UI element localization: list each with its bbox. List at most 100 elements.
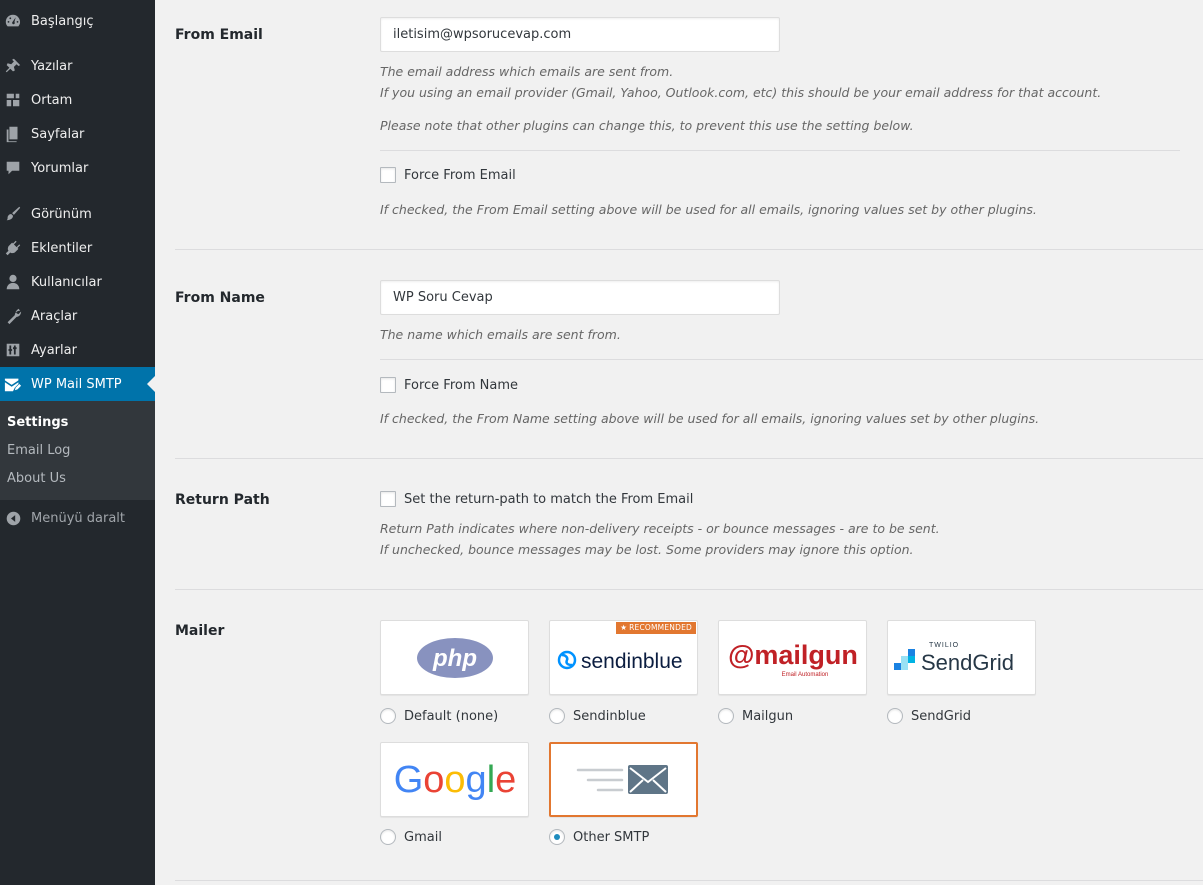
sidebar-item-media[interactable]: Ortam [0,83,155,117]
radio-button[interactable] [380,829,396,845]
radio-button[interactable] [549,708,565,724]
submenu-item-about-us[interactable]: About Us [7,471,66,486]
radio-label: SendGrid [911,708,972,724]
radio-label: Default (none) [404,708,499,724]
divider [175,249,1203,250]
mailer-tile-sendgrid[interactable]: TWILIO SendGrid [887,620,1036,695]
sidebar-item-label: Görünüm [31,206,92,222]
sidebar-item-label: Eklentiler [31,240,93,256]
sidebar-item-appearance[interactable]: Görünüm [0,197,155,231]
sidebar-item-label: Yazılar [31,58,73,74]
from-name-description: The name which emails are sent from. [380,327,621,342]
mailgun-logo-icon: @mailgun Email Automation [728,640,858,678]
sidebar-item-plugins[interactable]: Eklentiler [0,231,155,265]
force-from-name-checkbox[interactable]: Force From Name [380,377,518,393]
checkbox-label: Force From Name [404,377,518,393]
radio-button[interactable] [887,708,903,724]
radio-label: Sendinblue [573,708,646,724]
sendinblue-logo-icon: sendinblue [557,650,683,673]
mailer-option-sendinblue[interactable]: Sendinblue [549,708,646,724]
svg-text:sendinblue: sendinblue [581,650,683,673]
divider [380,359,1203,360]
media-icon [3,90,23,110]
sidebar-item-tools[interactable]: Araçlar [0,299,155,333]
radio-button[interactable] [549,829,565,845]
from-email-input[interactable] [380,17,780,52]
force-from-email-checkbox[interactable]: Force From Email [380,167,516,183]
mailer-option-other-smtp[interactable]: Other SMTP [549,829,649,845]
sidebar-item-label: Başlangıç [31,13,94,29]
svg-text:Email Automation: Email Automation [781,672,828,678]
collapse-label: Menüyü daralt [31,510,125,526]
mailer-label: Mailer [175,623,225,639]
mail-icon [3,374,23,394]
mailer-option-default[interactable]: Default (none) [380,708,498,724]
checkbox[interactable] [380,491,396,507]
return-path-description: Return Path indicates where non-delivery… [380,521,940,557]
svg-text:Google: Google [393,759,516,801]
sidebar-item-label: Araçlar [31,308,78,324]
checkbox[interactable] [380,377,396,393]
radio-label: Other SMTP [573,829,650,845]
svg-text:SendGrid: SendGrid [921,650,1014,675]
from-email-label: From Email [175,27,263,43]
settings-icon [3,340,23,360]
php-logo-icon: php [416,637,493,678]
sidebar-item-wp-mail-smtp[interactable]: WP Mail SMTP [0,367,155,401]
sidebar-item-label: Kullanıcılar [31,274,102,290]
mailer-option-gmail[interactable]: Gmail [380,829,442,845]
divider [380,150,1180,151]
from-email-description: The email address which emails are sent … [380,64,1102,100]
svg-text:TWILIO: TWILIO [929,642,959,649]
radio-button[interactable] [380,708,396,724]
submenu-item-email-log[interactable]: Email Log [7,443,70,458]
admin-sidebar: Başlangıç Yazılar Ortam Sayfalar Yorumla… [0,0,155,885]
divider [175,458,1203,459]
from-name-input[interactable] [380,280,780,315]
svg-text:php: php [432,645,477,672]
recommended-badge: ★ RECOMMENDED [616,622,696,634]
comments-icon [3,158,23,178]
force-from-email-description: If checked, the From Email setting above… [380,202,1037,217]
brush-icon [3,204,23,224]
mailer-tile-gmail[interactable]: Google [380,742,529,817]
radio-label: Mailgun [742,708,794,724]
submenu-item-settings[interactable]: Settings [7,415,68,430]
envelope-speed-icon [576,764,668,794]
collapse-menu-button[interactable]: Menüyü daralt [0,506,125,530]
return-path-label: Return Path [175,492,270,508]
mailer-option-mailgun[interactable]: Mailgun [718,708,793,724]
divider [175,880,1203,881]
sidebar-item-label: Yorumlar [31,160,89,176]
mailer-tile-php[interactable]: php [380,620,529,695]
radio-button[interactable] [718,708,734,724]
return-path-checkbox[interactable]: Set the return-path to match the From Em… [380,491,693,507]
sidebar-item-settings[interactable]: Ayarlar [0,333,155,367]
from-name-label: From Name [175,290,265,306]
sidebar-item-pages[interactable]: Sayfalar [0,117,155,151]
sidebar-item-comments[interactable]: Yorumlar [0,151,155,185]
sidebar-item-users[interactable]: Kullanıcılar [0,265,155,299]
checkbox[interactable] [380,167,396,183]
mailer-tile-sendinblue[interactable]: ★ RECOMMENDED sendinblue [549,620,698,695]
pin-icon [3,56,23,76]
mailer-tile-mailgun[interactable]: @mailgun Email Automation [718,620,867,695]
dashboard-icon [3,11,23,31]
sidebar-item-dashboard[interactable]: Başlangıç [0,4,155,38]
sidebar-item-label: Sayfalar [31,126,85,142]
submenu: Settings Email Log About Us [0,401,155,500]
mailer-option-sendgrid[interactable]: SendGrid [887,708,971,724]
collapse-icon [3,508,23,528]
from-email-note: Please note that other plugins can chang… [380,118,914,133]
svg-text:@mailgun: @mailgun [728,640,858,670]
wrench-icon [3,306,23,326]
sidebar-item-posts[interactable]: Yazılar [0,49,155,83]
divider [175,589,1203,590]
sidebar-item-label: Ayarlar [31,342,77,358]
users-icon [3,272,23,292]
google-logo-icon: Google [393,759,516,801]
force-from-name-description: If checked, the From Name setting above … [380,411,1040,426]
mailer-tile-other-smtp[interactable] [549,742,698,817]
sendgrid-logo-icon: TWILIO SendGrid [893,642,1014,675]
plugin-icon [3,238,23,258]
